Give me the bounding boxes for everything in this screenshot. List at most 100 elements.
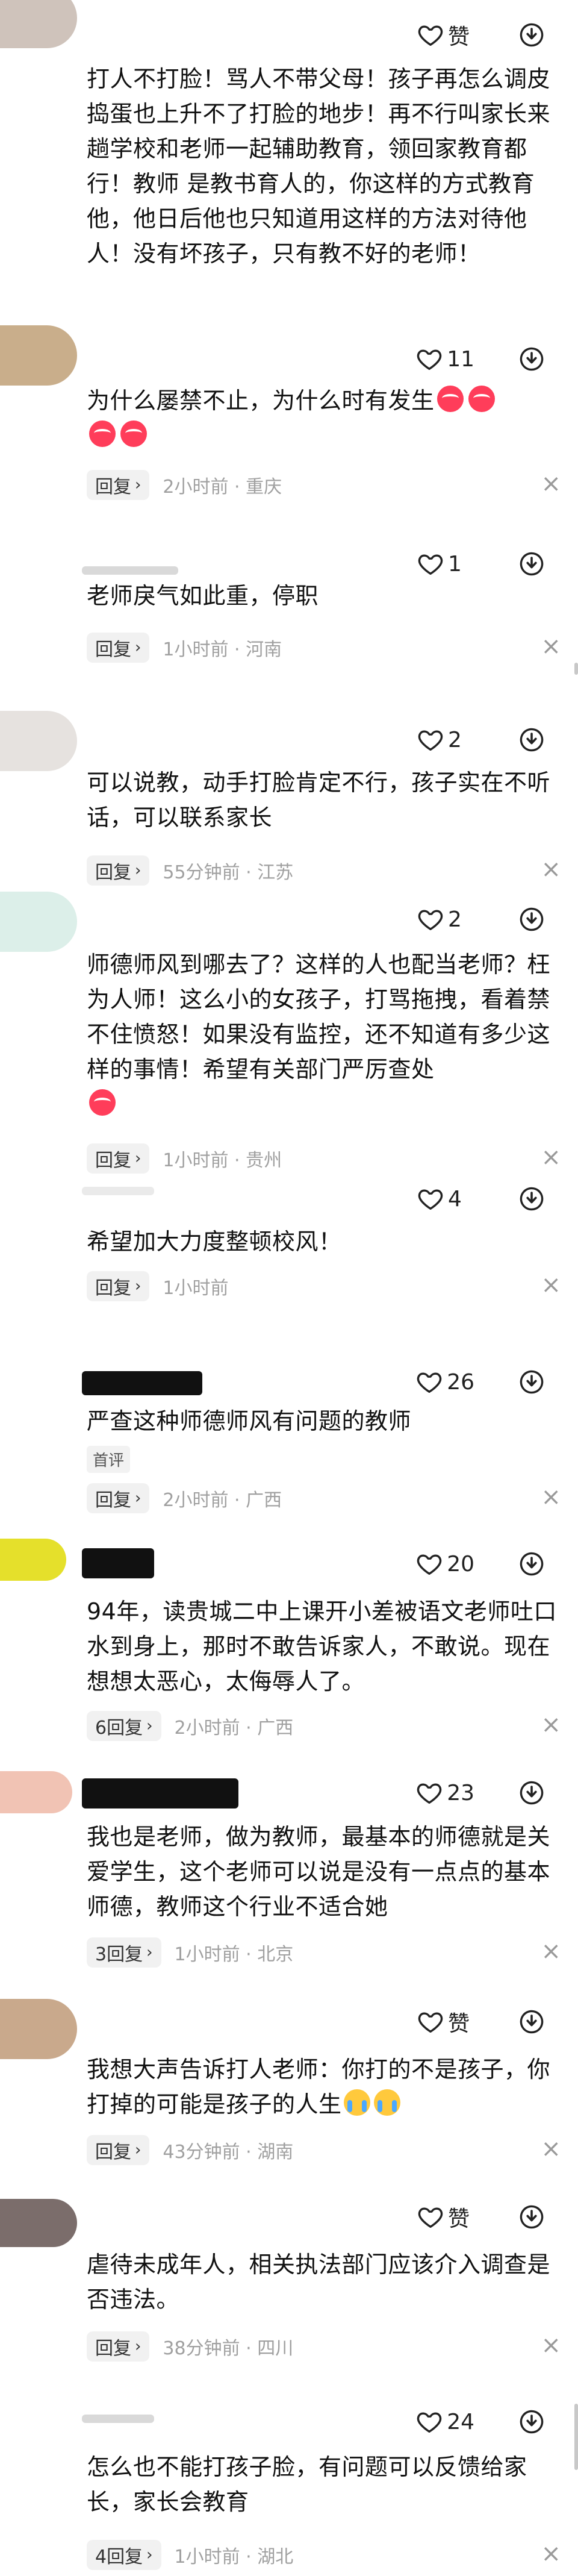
chevron-right-icon: ›	[135, 1277, 141, 1295]
like-button[interactable]: 2	[417, 905, 474, 933]
like-button[interactable]: 赞	[417, 2006, 474, 2037]
dislike-button[interactable]	[517, 549, 547, 579]
dislike-button[interactable]	[517, 1367, 547, 1397]
angry-face-emoji	[89, 420, 116, 447]
like-count: 11	[447, 346, 474, 372]
comment-text: 师德师风到哪去了？这样的人也配当老师？枉为人师！这么小的女孩子，打骂拖拽，看着禁…	[87, 947, 560, 1122]
dislike-button[interactable]	[517, 1184, 547, 1214]
avatar[interactable]	[0, 711, 77, 771]
avatar[interactable]	[0, 0, 77, 48]
like-button[interactable]: 23	[415, 1779, 474, 1807]
reply-button[interactable]: 回复 ›	[87, 2331, 150, 2362]
comment-time: 1小时前 · 湖北	[174, 2546, 294, 2568]
reply-button[interactable]: 4回复 ›	[87, 2540, 161, 2570]
avatar[interactable]	[0, 2199, 77, 2247]
reply-button[interactable]: 回复 ›	[87, 855, 150, 886]
angry-face-emoji	[89, 1089, 116, 1116]
comment-text: 老师戾气如此重，停职	[87, 583, 319, 609]
comment-actions: 20	[415, 1546, 547, 1582]
chevron-right-icon: ›	[146, 1943, 153, 1962]
comment-time: 2小时前 · 广西	[174, 1718, 294, 1739]
comment-time: 1小时前 · 贵州	[163, 1150, 282, 1171]
close-icon[interactable]: ×	[541, 2540, 561, 2568]
avatar[interactable]	[0, 1539, 66, 1581]
reply-button[interactable]: 回复 ›	[87, 1271, 150, 1301]
close-icon[interactable]: ×	[541, 633, 561, 660]
dislike-button[interactable]	[517, 344, 547, 374]
heart-outline-icon	[415, 345, 443, 373]
crying-face-emoji	[343, 2089, 370, 2116]
thumbs-down-outline-icon	[517, 725, 546, 754]
scroll-indicator[interactable]	[574, 663, 578, 675]
comment-item: 24 怎么也不能打孩子脸，有问题可以反馈给家长，家长会教育 4回复 › 1小时前 …	[0, 2404, 578, 2576]
like-button[interactable]: 1	[417, 550, 474, 578]
reply-button[interactable]: 3回复 ›	[87, 1937, 161, 1968]
dislike-button[interactable]	[517, 2007, 547, 2037]
thumbs-down-outline-icon	[517, 1368, 546, 1396]
dislike-button[interactable]	[517, 1778, 547, 1808]
avatar[interactable]	[0, 1999, 77, 2059]
comment-actions: 11	[415, 341, 547, 377]
like-button[interactable]: 2	[417, 726, 474, 754]
close-icon[interactable]: ×	[541, 855, 561, 883]
close-icon[interactable]: ×	[541, 1937, 561, 1965]
dislike-button[interactable]	[517, 2407, 547, 2437]
heart-outline-icon	[417, 1185, 444, 1213]
thumbs-down-outline-icon	[517, 2202, 546, 2231]
comment-time: 1小时前 · 北京	[174, 1944, 294, 1965]
like-button[interactable]: 4	[417, 1185, 474, 1213]
comment-actions: 赞	[417, 2004, 547, 2040]
reply-button[interactable]: 回复 ›	[87, 633, 150, 663]
close-icon[interactable]: ×	[541, 470, 561, 498]
close-icon[interactable]: ×	[541, 1271, 561, 1299]
heart-outline-icon	[415, 1368, 443, 1396]
close-icon[interactable]: ×	[541, 1483, 561, 1511]
like-button[interactable]: 赞	[417, 2201, 474, 2233]
like-button[interactable]: 24	[415, 2408, 474, 2436]
reply-button[interactable]: 回复 ›	[87, 1483, 150, 1513]
avatar[interactable]	[0, 325, 77, 386]
close-icon[interactable]: ×	[541, 2331, 561, 2359]
avatar[interactable]	[0, 892, 77, 952]
heart-outline-icon	[417, 726, 444, 754]
username-redacted	[82, 1778, 238, 1809]
comment-actions: 2	[417, 901, 547, 937]
close-icon[interactable]: ×	[541, 1143, 561, 1171]
like-button[interactable]: 赞	[417, 19, 474, 51]
scroll-indicator[interactable]	[574, 2404, 578, 2470]
dislike-button[interactable]	[517, 725, 547, 755]
close-icon[interactable]: ×	[541, 2135, 561, 2163]
dislike-button[interactable]	[517, 20, 547, 50]
dislike-button[interactable]	[517, 1549, 547, 1579]
comment-item: 26 严查这种师德师风有问题的教师 首评 回复 › 2小时前 · 广西 ×	[0, 1349, 578, 1542]
reply-button[interactable]: 6回复 ›	[87, 1711, 161, 1741]
comment-meta: 回复 › 1小时前	[87, 1271, 568, 1301]
like-count: 23	[447, 1780, 474, 1805]
comment-time: 2小时前 · 重庆	[163, 477, 282, 498]
reply-button[interactable]: 回复 ›	[87, 2135, 150, 2165]
comment-actions: 赞	[417, 17, 547, 53]
thumbs-down-outline-icon	[517, 20, 546, 49]
comment-actions: 24	[415, 2404, 547, 2440]
dislike-button[interactable]	[517, 2202, 547, 2232]
thumbs-down-outline-icon	[517, 905, 546, 934]
avatar[interactable]	[0, 1771, 72, 1813]
like-button[interactable]: 11	[415, 345, 474, 373]
comment-text: 希望加大力度整顿校风！	[87, 1228, 342, 1255]
heart-outline-icon	[417, 905, 444, 933]
heart-outline-icon	[417, 21, 444, 49]
username-redacted	[82, 1548, 154, 1578]
dislike-button[interactable]	[517, 904, 547, 934]
reply-button[interactable]: 回复 ›	[87, 1143, 150, 1174]
comment-item: 20 94年，读贵城二中上课开小差被语文老师吐口水到身上，那时不敢告诉家人，不敢…	[0, 1530, 578, 1759]
comment-time: 43分钟前 · 湖南	[163, 2142, 294, 2163]
comment-text: 怎么也不能打孩子脸，有问题可以反馈给家长，家长会教育	[87, 2454, 527, 2515]
close-icon[interactable]: ×	[541, 1711, 561, 1739]
angry-face-emoji	[437, 386, 464, 412]
like-button[interactable]: 20	[415, 1550, 474, 1578]
like-button[interactable]: 26	[415, 1368, 474, 1396]
comment-actions: 赞	[417, 2199, 547, 2235]
comment-time: 1小时前 · 河南	[163, 639, 282, 660]
reply-button[interactable]: 回复 ›	[87, 470, 150, 500]
thumbs-down-outline-icon	[517, 549, 546, 578]
